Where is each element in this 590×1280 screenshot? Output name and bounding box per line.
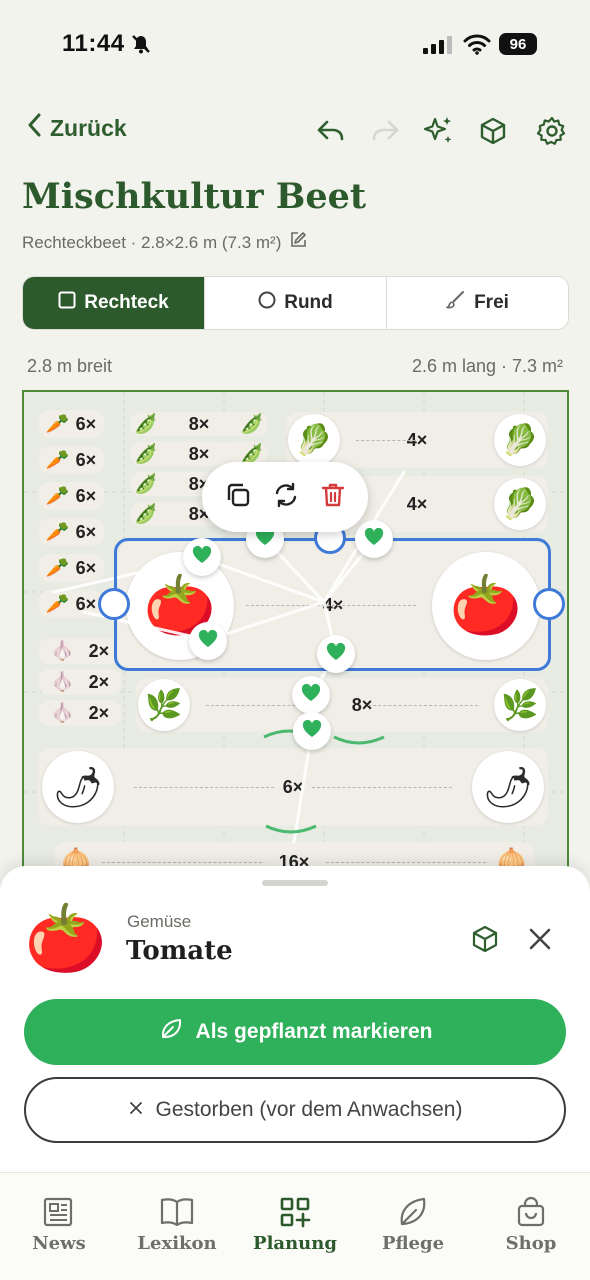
cube-icon [480, 117, 506, 145]
chevron-left-icon [26, 112, 42, 144]
wifi-icon [463, 33, 491, 60]
circle-icon [258, 291, 276, 315]
close-button[interactable] [527, 926, 553, 957]
tab-planung[interactable]: Planung [236, 1173, 354, 1280]
status-time: 11:44 [62, 30, 125, 57]
tab-rund[interactable]: Rund [205, 277, 387, 329]
companion-heart[interactable] [292, 676, 330, 714]
bed-length-label: 2.6 m lang · 7.3 m² [411, 356, 563, 376]
close-icon [529, 928, 551, 950]
heart-icon [364, 527, 384, 551]
tab-rund-label: Rund [284, 292, 333, 313]
died-label: Gestorben (vor dem Anwachsen) [155, 1098, 463, 1121]
tab-lexikon[interactable]: Lexikon [118, 1173, 236, 1280]
rotate-icon [275, 482, 297, 507]
heart-icon [302, 719, 322, 743]
tab-news-label: News [32, 1233, 86, 1254]
settings-button[interactable] [535, 113, 569, 149]
battery-indicator: 96 [499, 33, 537, 55]
3d-view-button[interactable] [476, 113, 510, 149]
heart-icon [301, 683, 321, 707]
tab-pflege[interactable]: Pflege [354, 1173, 472, 1280]
signal-icon [423, 36, 453, 59]
bag-icon [517, 1196, 545, 1227]
heart-icon [198, 629, 218, 653]
back-label: Zurück [50, 114, 127, 141]
x-icon [128, 1098, 144, 1122]
mark-planted-label: Als gepflanzt markieren [195, 1020, 433, 1043]
plant-name: Tomate [126, 936, 233, 966]
leaf-icon [158, 1016, 184, 1048]
copy-icon [227, 483, 250, 506]
heart-icon [326, 642, 346, 666]
died-button[interactable]: Gestorben (vor dem Anwachsen) [24, 1077, 566, 1143]
tab-frei-label: Frei [474, 292, 509, 313]
tab-lexikon-label: Lexikon [137, 1233, 217, 1254]
square-icon [58, 291, 76, 315]
delete-button[interactable] [320, 481, 346, 514]
newspaper-icon [43, 1197, 73, 1227]
companion-heart[interactable] [355, 520, 393, 558]
redo-button[interactable] [368, 113, 402, 149]
page-title: Mischkultur Beet [22, 176, 367, 217]
leaf-icon [400, 1197, 426, 1226]
bed-subtitle: Rechteckbeet · 2.8×2.6 m (7.3 m²) [22, 231, 307, 254]
sheet-grabber[interactable] [262, 880, 328, 886]
rotate-button[interactable] [272, 481, 300, 514]
bell-slash-icon [130, 33, 152, 60]
brush-icon [446, 290, 466, 316]
edit-icon[interactable] [289, 231, 307, 254]
undo-button[interactable] [314, 113, 348, 149]
mark-planted-button[interactable]: Als gepflanzt markieren [24, 999, 566, 1065]
trash-icon [321, 483, 345, 506]
ai-sparkles-button[interactable] [421, 113, 455, 149]
companion-heart[interactable] [183, 538, 221, 576]
plant-category: Gemüse [127, 912, 192, 931]
tab-rechteck[interactable]: Rechteck [23, 277, 205, 329]
redo-icon [372, 120, 399, 141]
sparkles-icon [423, 117, 452, 143]
bed-dimensions-text: Rechteckbeet · 2.8×2.6 m (7.3 m²) [22, 232, 282, 252]
tab-shop-label: Shop [505, 1233, 557, 1254]
selection-toolbar [202, 462, 368, 532]
duplicate-button[interactable] [224, 481, 252, 514]
undo-icon [317, 120, 344, 141]
bed-canvas[interactable]: 🥕 6× 🥕 6× 🥕 6× 🥕 6× 🥕 6× 🥕 6× 🫛 8× 🫛 🫛 8× 🫛 🫛 8× 🫛 8… [22, 390, 569, 890]
bottom-tab-bar: News Lexikon Planung Pflege Shop [0, 1172, 590, 1280]
tab-frei[interactable]: Frei [387, 277, 568, 329]
companion-heart[interactable] [189, 622, 227, 660]
tab-rechteck-label: Rechteck [84, 292, 169, 313]
bed-shape-selector: Rechteck Rund Frei [22, 276, 569, 330]
book-icon [160, 1198, 194, 1227]
resize-handle-left[interactable] [98, 588, 130, 620]
companion-heart[interactable] [293, 712, 331, 750]
back-button[interactable]: Zurück [26, 112, 127, 144]
heart-icon [192, 545, 212, 569]
cube-icon [472, 925, 498, 953]
tab-planung-label: Planung [253, 1233, 337, 1254]
bed-width-label: 2.8 m breit [27, 356, 113, 376]
plant-detail-sheet: 🍅 Gemüse Tomate Als gepflanzt markieren … [0, 866, 590, 1172]
3d-preview-button[interactable] [470, 924, 500, 959]
tomato-image: 🍅 [24, 901, 108, 975]
grid-plus-icon [280, 1197, 311, 1228]
resize-handle-right[interactable] [533, 588, 565, 620]
tab-shop[interactable]: Shop [472, 1173, 590, 1280]
tab-pflege-label: Pflege [381, 1233, 445, 1254]
tab-news[interactable]: News [0, 1173, 118, 1280]
companion-heart[interactable] [317, 635, 355, 673]
gear-icon [536, 116, 566, 145]
